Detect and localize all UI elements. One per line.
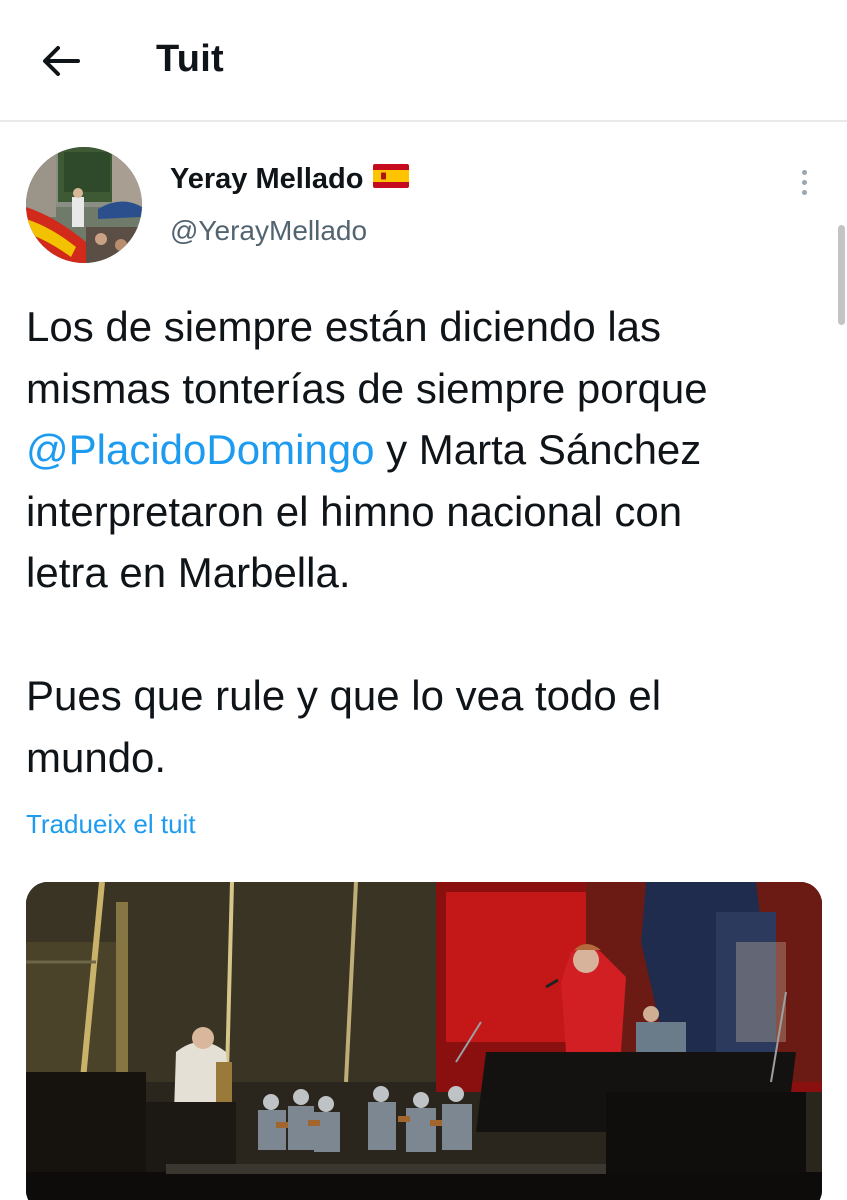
avatar[interactable] [26,147,142,263]
spain-flag-icon [373,163,410,196]
top-bar: Tuit [0,0,847,120]
header-divider [0,120,847,122]
tweet-text-part-2: y Marta Sánchez interpretaron el himno n… [26,426,702,781]
arrow-left-icon [43,46,80,76]
back-button[interactable] [34,37,86,85]
author-handle[interactable]: @YerayMellado [170,215,367,247]
tweet-media-image[interactable] [26,882,822,1200]
scrollbar[interactable] [838,225,845,325]
page-title: Tuit [156,38,225,80]
tweet-text: Los de siempre están diciendo las mismas… [26,296,826,788]
translate-tweet-link[interactable]: Tradueix el tuit [26,809,196,840]
author-display-name[interactable]: Yeray Mellado [170,163,410,196]
more-vertical-icon[interactable] [786,160,822,204]
mention-link[interactable]: @PlacidoDomingo [26,426,374,473]
author-name-text: Yeray Mellado [170,163,364,195]
tweet-text-part-1: Los de siempre están diciendo las mismas… [26,303,708,412]
